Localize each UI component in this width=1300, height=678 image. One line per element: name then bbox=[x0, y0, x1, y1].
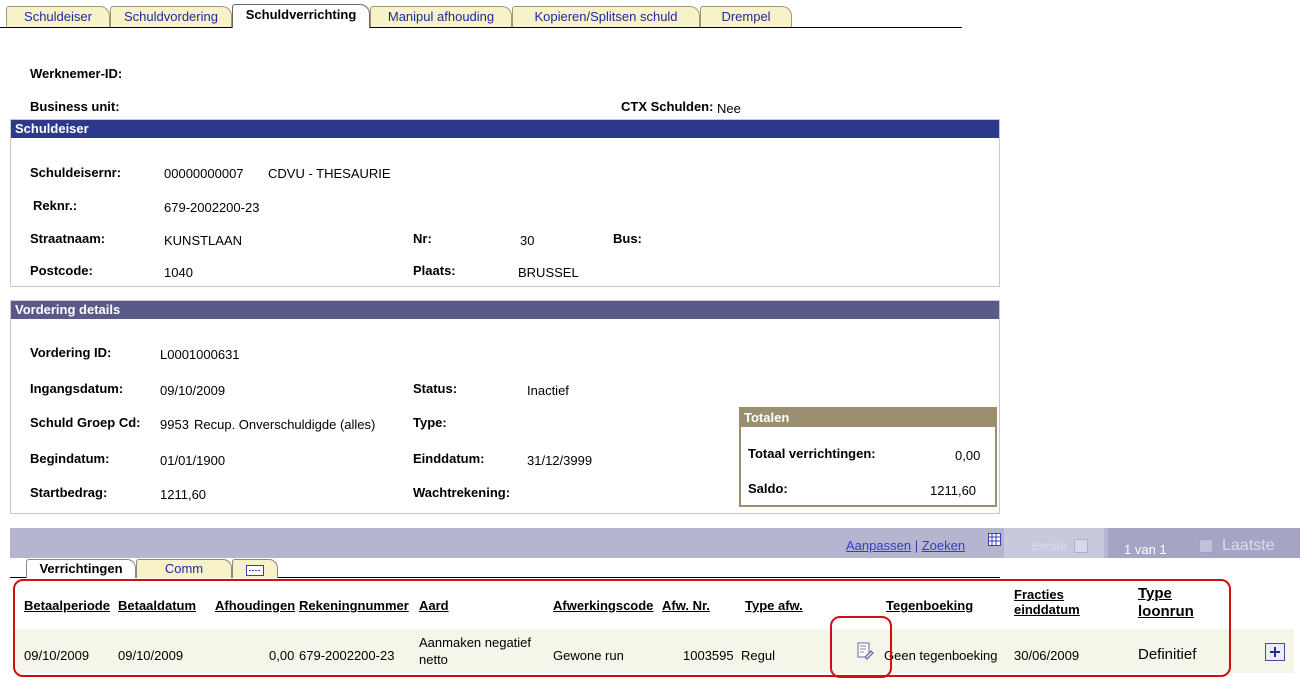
grid-nav-links: Aanpassen | Zoeken bbox=[846, 538, 965, 553]
schuldeiser-header: Schuldeiser bbox=[11, 120, 999, 138]
schuld-groep-code: 9953 bbox=[160, 417, 189, 432]
ingangsdatum-value: 09/10/2009 bbox=[160, 383, 226, 398]
subtab-show-all[interactable] bbox=[232, 559, 278, 578]
business-unit-label: Business unit: bbox=[30, 99, 120, 114]
schuldeiser-name: CDVU - THESAURIE bbox=[268, 166, 391, 181]
begindatum-value: 01/01/1900 bbox=[160, 453, 226, 468]
reknr-label: Reknr.: bbox=[33, 198, 78, 213]
begindatum-label: Begindatum: bbox=[30, 451, 110, 466]
vordering-id-label: Vordering ID: bbox=[30, 345, 112, 360]
grid-nav-bar bbox=[10, 528, 1300, 558]
schuld-groep-desc: Recup. Onverschuldigde (alles) bbox=[194, 417, 376, 432]
tab-drempel[interactable]: Drempel bbox=[700, 6, 792, 27]
startbedrag-label: Startbedrag: bbox=[30, 485, 108, 500]
reknr-value: 679-2002200-23 bbox=[164, 200, 260, 215]
vordering-details-header: Vordering details bbox=[11, 301, 999, 319]
range-text: 1 van 1 bbox=[1124, 542, 1167, 557]
tab-bar: Schuldeiser Schuldvordering Schuldverric… bbox=[0, 0, 962, 28]
nr-label: Nr: bbox=[413, 231, 432, 246]
plaats-label: Plaats: bbox=[413, 263, 456, 278]
ctx-schulden-label: CTX Schulden: bbox=[621, 99, 714, 114]
view-all-icon[interactable] bbox=[988, 533, 1001, 546]
postcode-value: 1040 bbox=[164, 265, 193, 280]
plaats-value: BRUSSEL bbox=[518, 265, 579, 280]
postcode-label: Postcode: bbox=[30, 263, 93, 278]
highlight-row-box bbox=[13, 579, 1231, 677]
einddatum-label: Einddatum: bbox=[413, 451, 485, 466]
saldo-value: 1211,60 bbox=[930, 483, 977, 498]
schuldeiser-section: Schuldeiser bbox=[10, 119, 1000, 287]
tab-schuldvordering[interactable]: Schuldvordering bbox=[110, 6, 232, 27]
tab-schuldverrichting[interactable]: Schuldverrichting bbox=[232, 4, 370, 28]
ctx-schulden-value: Nee bbox=[717, 101, 741, 116]
plus-icon bbox=[1270, 647, 1280, 657]
status-label: Status: bbox=[413, 381, 458, 396]
wachtrekening-label: Wachtrekening: bbox=[413, 485, 511, 500]
prev-icon[interactable] bbox=[1074, 539, 1088, 553]
add-row-button[interactable] bbox=[1265, 643, 1285, 661]
straatnaam-value: KUNSTLAAN bbox=[164, 233, 243, 248]
tab-schuldeiser[interactable]: Schuldeiser bbox=[6, 6, 110, 27]
tab-kopieren-splitsen[interactable]: Kopieren/Splitsen schuld bbox=[512, 6, 700, 27]
totaal-verrichtingen-label: Totaal verrichtingen: bbox=[748, 446, 876, 461]
vordering-id-value: L0001000631 bbox=[160, 347, 240, 362]
einddatum-value: 31/12/3999 bbox=[527, 453, 593, 468]
subtab-verrichtingen[interactable]: Verrichtingen bbox=[26, 559, 136, 578]
next-icon[interactable] bbox=[1199, 539, 1213, 553]
ingangsdatum-label: Ingangsdatum: bbox=[30, 381, 124, 396]
totaal-verrichtingen-value: 0,00 bbox=[955, 448, 981, 463]
laatste-button[interactable]: Laatste bbox=[1222, 537, 1274, 555]
eerste-button[interactable]: Eerste bbox=[1032, 539, 1067, 553]
subtab-comm[interactable]: Comm bbox=[136, 559, 232, 578]
type-label: Type: bbox=[413, 415, 447, 430]
schuldeisernr-label: Schuldeisernr: bbox=[30, 165, 122, 180]
nav-separator: | bbox=[914, 538, 919, 553]
tab-manipul-afhouding[interactable]: Manipul afhouding bbox=[370, 6, 512, 27]
bus-label: Bus: bbox=[613, 231, 642, 246]
totalen-header: Totalen bbox=[741, 409, 995, 427]
werknemer-id-label: Werknemer-ID: bbox=[30, 66, 123, 81]
schuld-groep-label: Schuld Groep Cd: bbox=[30, 415, 141, 430]
saldo-label: Saldo: bbox=[748, 481, 788, 496]
aanpassen-link[interactable]: Aanpassen bbox=[846, 538, 911, 553]
straatnaam-label: Straatnaam: bbox=[30, 231, 106, 246]
startbedrag-value: 1211,60 bbox=[160, 487, 207, 502]
schuldeisernr-value: 00000000007 bbox=[164, 166, 244, 181]
nr-value: 30 bbox=[520, 233, 535, 248]
zoeken-link[interactable]: Zoeken bbox=[922, 538, 965, 553]
status-value: Inactief bbox=[527, 383, 569, 398]
highlight-icon-box bbox=[830, 616, 892, 678]
